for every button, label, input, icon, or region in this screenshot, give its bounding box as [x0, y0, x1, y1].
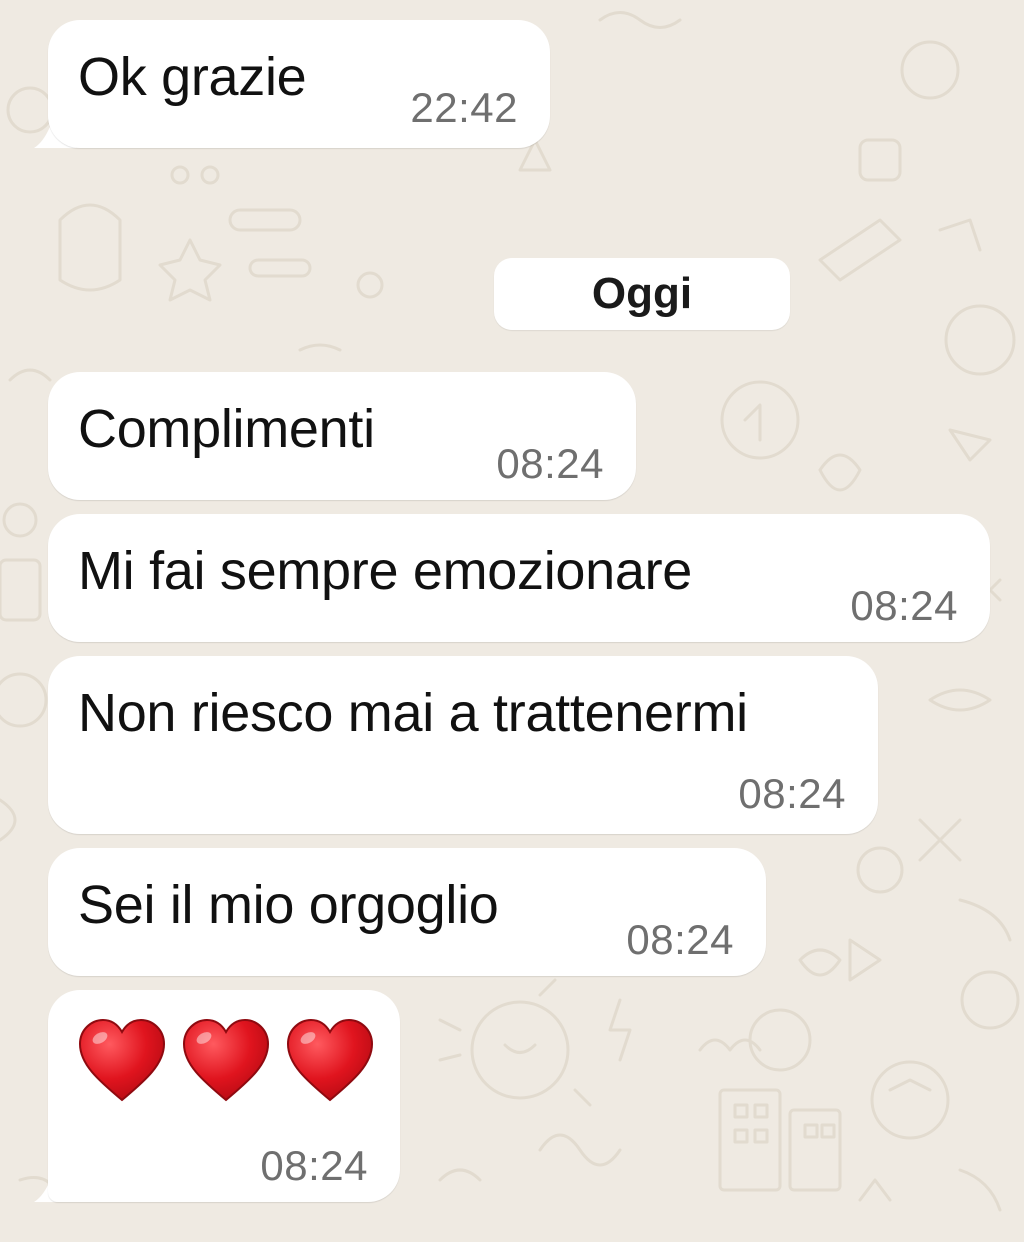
- message-bubble[interactable]: Mi fai sempre emozionare 08:24: [48, 514, 990, 642]
- message-timestamp: 08:24: [260, 1142, 368, 1189]
- date-separator: Oggi: [494, 258, 790, 330]
- heart-icon: [286, 1018, 374, 1102]
- emoji-row: [78, 1018, 374, 1104]
- message-timestamp: 08:24: [850, 582, 958, 629]
- message-timestamp: 08:24: [626, 916, 734, 963]
- message-timestamp: 08:24: [496, 440, 604, 487]
- heart-icon: [78, 1018, 166, 1102]
- message-timestamp: 08:24: [738, 770, 846, 817]
- message-text: Mi fai sempre emozionare: [78, 541, 693, 601]
- date-label: Oggi: [591, 269, 693, 318]
- message-text: Complimenti: [78, 399, 375, 459]
- message-timestamp: 22:42: [410, 84, 518, 131]
- message-bubble[interactable]: 08:24: [48, 990, 400, 1202]
- message-bubble[interactable]: Complimenti 08:24: [48, 372, 636, 500]
- heart-icon: [182, 1018, 270, 1102]
- message-text: Non riesco mai a trattenermi: [78, 683, 748, 743]
- message-text: Sei il mio orgoglio: [78, 875, 499, 935]
- message-bubble[interactable]: Sei il mio orgoglio 08:24: [48, 848, 766, 976]
- message-bubble[interactable]: Non riesco mai a trattenermi 08:24: [48, 656, 878, 834]
- message-bubble[interactable]: Ok grazie 22:42: [48, 20, 550, 148]
- message-text: Ok grazie: [78, 47, 307, 107]
